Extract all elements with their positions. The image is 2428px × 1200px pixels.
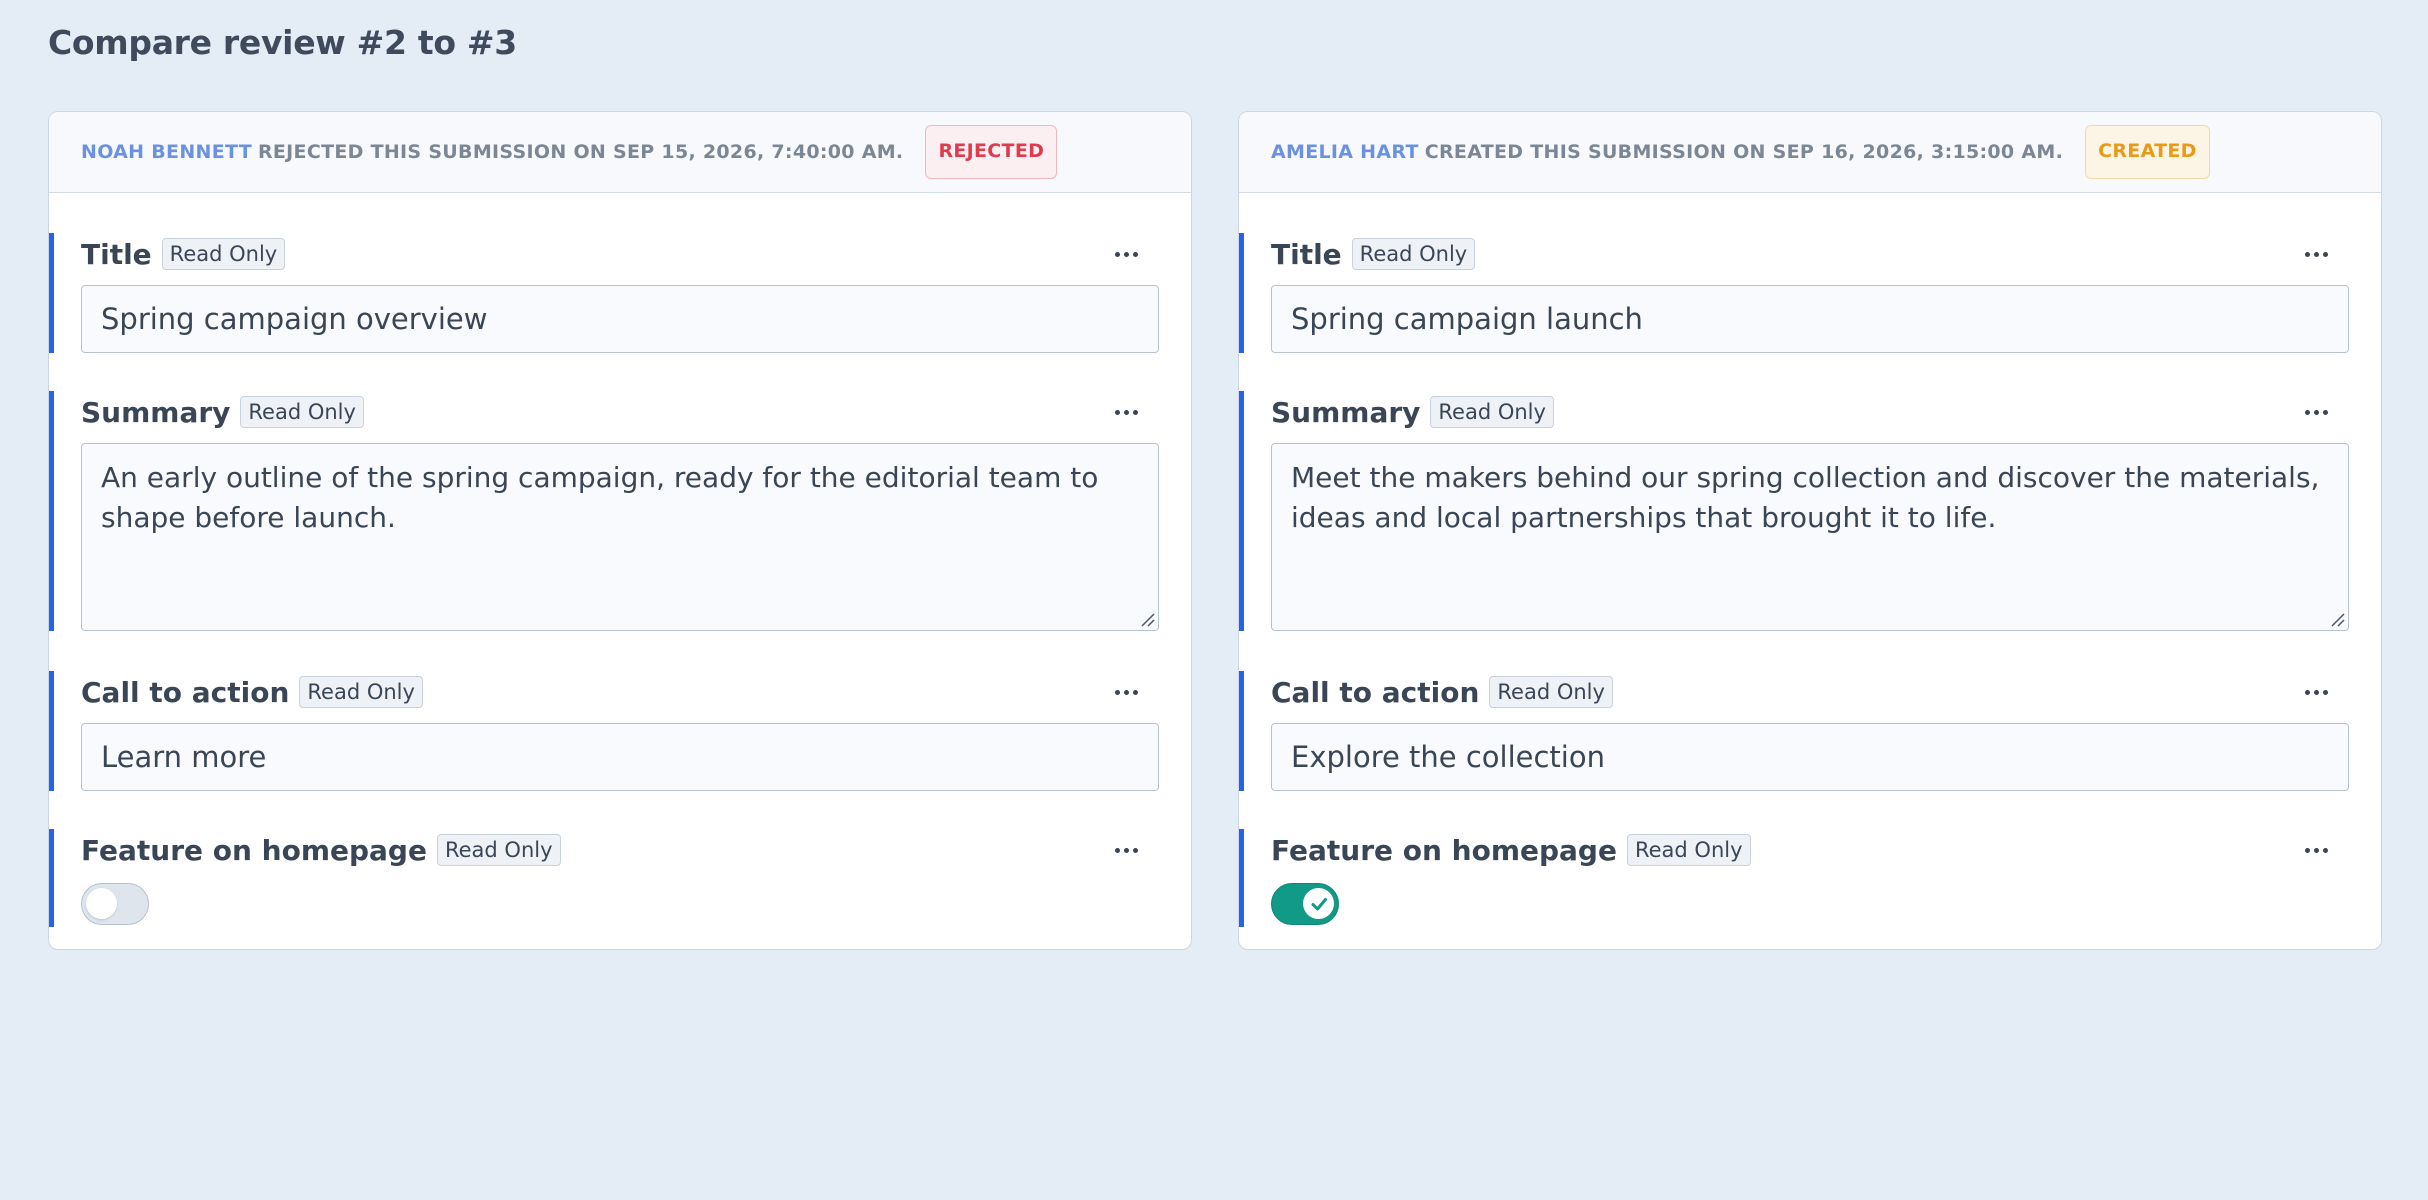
toggle-knob — [86, 888, 117, 919]
title-input[interactable]: Spring campaign overview — [81, 285, 1159, 353]
resize-handle-icon[interactable] — [2329, 611, 2345, 627]
read-only-badge: Read Only — [1626, 834, 1751, 866]
field-label: Title — [81, 237, 152, 271]
field-label: Summary — [81, 395, 231, 429]
read-only-badge: Read Only — [436, 834, 561, 866]
action-text: REJECTED THIS SUBMISSION ON SEP 15, 2026… — [257, 141, 904, 163]
summary-text: Meet the makers behind our spring collec… — [1291, 461, 2320, 534]
read-only-badge: Read Only — [299, 676, 423, 708]
action-text: CREATED THIS SUBMISSION ON SEP 16, 2026,… — [1424, 141, 2064, 163]
field-feature-on-homepage: Feature on homepage Read Only — [1239, 829, 2381, 927]
card-header: NOAH BENNETT REJECTED THIS SUBMISSION ON… — [49, 112, 1191, 193]
call-to-action-input[interactable]: Explore the collection — [1271, 723, 2349, 791]
resize-handle-icon[interactable] — [1139, 611, 1155, 627]
review-card-left: NOAH BENNETT REJECTED THIS SUBMISSION ON… — [48, 111, 1192, 950]
field-label: Call to action — [81, 675, 290, 709]
check-icon — [1311, 897, 1327, 910]
author-link[interactable]: NOAH BENNETT — [81, 141, 252, 163]
feature-toggle[interactable] — [1271, 883, 1339, 925]
title-input[interactable]: Spring campaign launch — [1271, 285, 2349, 353]
more-horizontal-icon[interactable] — [1109, 675, 1143, 709]
status-badge: CREATED — [2085, 125, 2210, 179]
more-horizontal-icon[interactable] — [2299, 833, 2333, 867]
read-only-badge: Read Only — [1351, 238, 1476, 270]
more-horizontal-icon[interactable] — [2299, 237, 2333, 271]
field-label: Title — [1271, 237, 1342, 271]
read-only-badge: Read Only — [161, 238, 286, 270]
compare-columns: NOAH BENNETT REJECTED THIS SUBMISSION ON… — [48, 111, 2428, 950]
compare-page: Compare review #2 to #3 NOAH BENNETT REJ… — [0, 0, 2428, 1200]
page-title: Compare review #2 to #3 — [48, 23, 517, 62]
read-only-badge: Read Only — [240, 396, 364, 428]
card-body: Title Read Only Spring campaign launch S… — [1239, 193, 2381, 949]
author-link[interactable]: AMELIA HART — [1271, 141, 1419, 163]
review-card-right: AMELIA HART CREATED THIS SUBMISSION ON S… — [1238, 111, 2382, 950]
call-to-action-input[interactable]: Learn more — [81, 723, 1159, 791]
card-header: AMELIA HART CREATED THIS SUBMISSION ON S… — [1239, 112, 2381, 193]
more-horizontal-icon[interactable] — [2299, 395, 2333, 429]
field-label: Summary — [1271, 395, 1421, 429]
field-call-to-action: Call to action Read Only Learn more — [49, 671, 1191, 791]
more-horizontal-icon[interactable] — [1109, 395, 1143, 429]
summary-textarea[interactable]: Meet the makers behind our spring collec… — [1271, 443, 2349, 631]
field-summary: Summary Read Only Meet the makers behind… — [1239, 391, 2381, 631]
field-call-to-action: Call to action Read Only Explore the col… — [1239, 671, 2381, 791]
read-only-badge: Read Only — [1430, 396, 1554, 428]
read-only-badge: Read Only — [1489, 676, 1613, 708]
summary-textarea[interactable]: An early outline of the spring campaign,… — [81, 443, 1159, 631]
more-horizontal-icon[interactable] — [2299, 675, 2333, 709]
toggle-knob — [1303, 888, 1334, 919]
more-horizontal-icon[interactable] — [1109, 237, 1143, 271]
status-badge: REJECTED — [925, 125, 1058, 179]
field-label: Feature on homepage — [1271, 833, 1617, 867]
summary-text: An early outline of the spring campaign,… — [101, 461, 1099, 534]
field-title: Title Read Only Spring campaign launch — [1239, 233, 2381, 353]
field-title: Title Read Only Spring campaign overview — [49, 233, 1191, 353]
more-horizontal-icon[interactable] — [1109, 833, 1143, 867]
field-label: Feature on homepage — [81, 833, 427, 867]
card-body: Title Read Only Spring campaign overview… — [49, 193, 1191, 949]
field-label: Call to action — [1271, 675, 1480, 709]
field-feature-on-homepage: Feature on homepage Read Only — [49, 829, 1191, 927]
feature-toggle[interactable] — [81, 883, 149, 925]
field-summary: Summary Read Only An early outline of th… — [49, 391, 1191, 631]
